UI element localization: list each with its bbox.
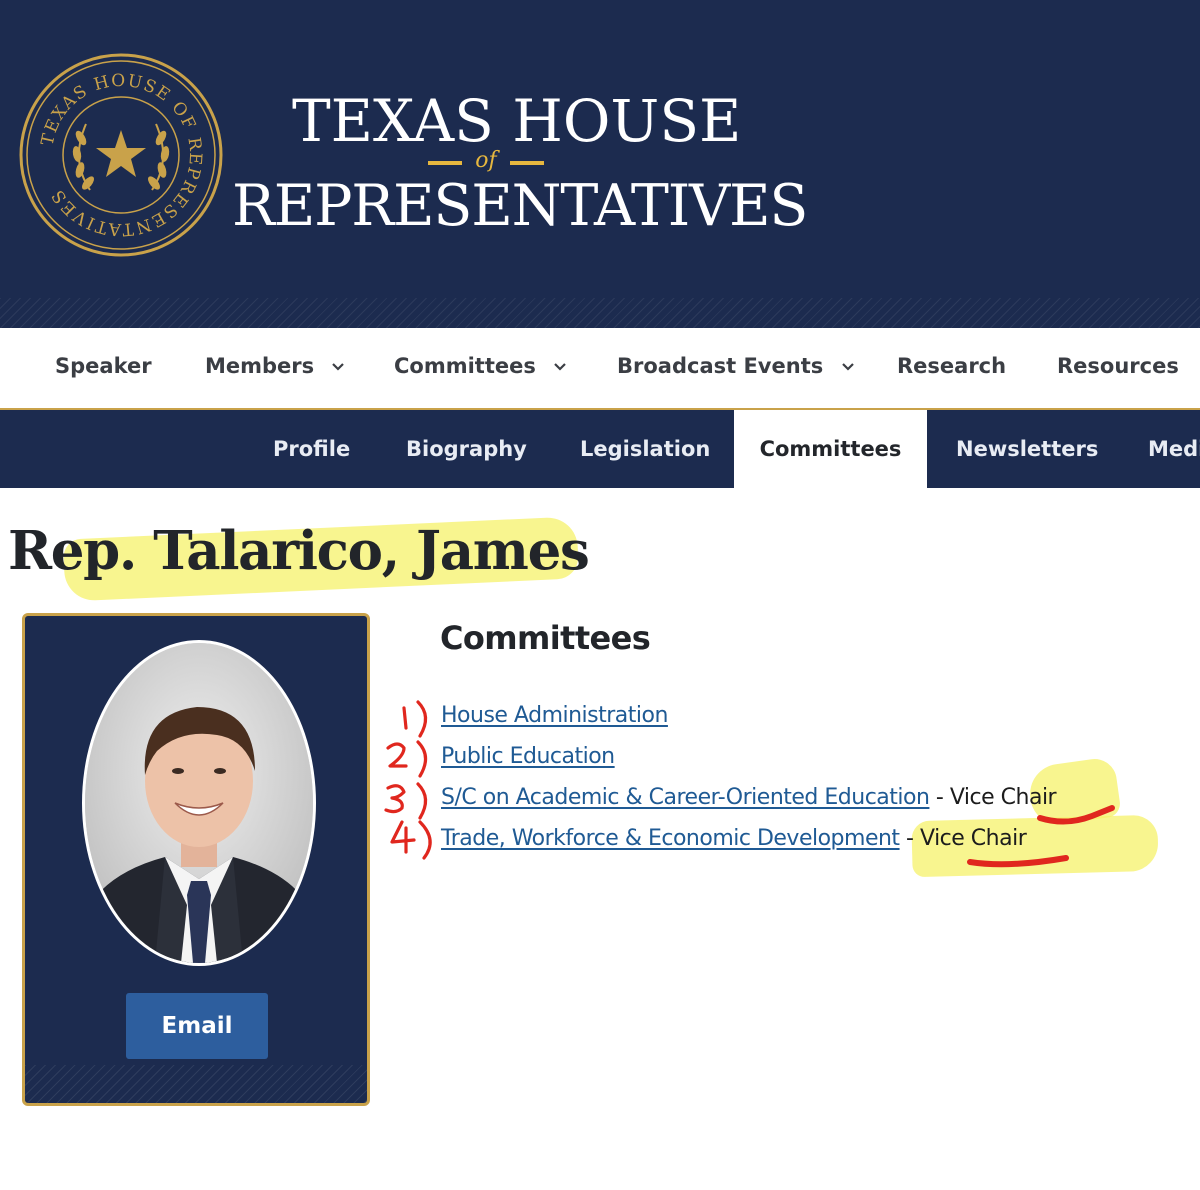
site-header: TEXAS HOUSE OF REPRESENTATIVES TEXAS HOU… <box>0 0 1200 328</box>
nav-research[interactable]: Research <box>897 354 1006 378</box>
committee-link-trade-workforce[interactable]: Trade, Workforce & Economic Development <box>441 826 900 851</box>
title-ornament-bar <box>510 161 544 165</box>
role-separator: - <box>929 785 950 810</box>
tab-legislation[interactable]: Legislation <box>580 410 710 488</box>
member-subnav: Profile Biography Legislation Committees… <box>0 410 1200 488</box>
committee-link-house-administration[interactable]: House Administration <box>441 703 668 728</box>
member-photo <box>82 640 316 966</box>
nav-broadcast-events-label: Broadcast Events <box>617 354 824 378</box>
card-pattern <box>25 1065 367 1103</box>
nav-speaker[interactable]: Speaker <box>55 354 152 378</box>
committee-role: Vice Chair <box>949 785 1057 810</box>
annotation-mark-1 <box>402 706 408 730</box>
chevron-down-icon <box>841 363 854 371</box>
nav-broadcast-events[interactable]: Broadcast Events <box>617 354 855 378</box>
primary-nav: Speaker Members Committees Broadcast Eve… <box>0 328 1200 410</box>
site-title-line1[interactable]: TEXAS HOUSE <box>292 88 741 154</box>
nav-resources[interactable]: Resources <box>1057 354 1179 378</box>
nav-members-label: Members <box>205 354 315 378</box>
annotation-mark-4 <box>418 820 432 860</box>
committee-role: Vice Chair <box>920 826 1027 851</box>
annotation-mark-2 <box>416 740 428 778</box>
committee-item: Trade, Workforce & Economic Development … <box>441 819 1027 859</box>
tab-media[interactable]: Medi <box>1148 410 1200 488</box>
committee-item: House Administration <box>441 696 668 736</box>
header-pattern <box>0 298 1200 328</box>
tab-biography[interactable]: Biography <box>406 410 527 488</box>
committee-link-academic-career-education[interactable]: S/C on Academic & Career-Oriented Educat… <box>441 785 930 810</box>
site-title-line2[interactable]: REPRESENTATIVES <box>232 173 808 239</box>
committees-heading: Committees <box>440 619 651 657</box>
nav-members[interactable]: Members <box>205 354 345 378</box>
annotation-mark-2 <box>386 742 408 768</box>
role-separator: - <box>899 826 920 851</box>
chevron-down-icon <box>554 363 566 371</box>
nav-committees[interactable]: Committees <box>394 354 567 378</box>
annotation-mark-4 <box>390 820 416 854</box>
member-name: Rep. Talarico, James <box>8 520 590 582</box>
tab-newsletters[interactable]: Newsletters <box>956 410 1098 488</box>
tab-committees[interactable]: Committees <box>734 410 927 488</box>
nav-committees-label: Committees <box>394 354 536 378</box>
email-button[interactable]: Email <box>126 993 268 1059</box>
committee-item: S/C on Academic & Career-Oriented Educat… <box>441 778 1057 818</box>
committee-item: Public Education <box>441 737 615 777</box>
state-seal-logo[interactable]: TEXAS HOUSE OF REPRESENTATIVES <box>18 52 224 258</box>
nav-speaker-label: Speaker <box>55 354 152 378</box>
chevron-down-icon <box>332 363 345 371</box>
nav-research-label: Research <box>897 354 1007 378</box>
profile-card: Email <box>22 613 370 1106</box>
committee-link-public-education[interactable]: Public Education <box>441 744 615 769</box>
annotation-mark-3 <box>384 784 406 814</box>
tab-profile[interactable]: Profile <box>273 410 350 488</box>
member-portrait-icon <box>85 643 313 963</box>
annotation-mark-1 <box>416 700 428 738</box>
nav-resources-label: Resources <box>1057 354 1179 378</box>
annotation-mark-3 <box>416 782 428 820</box>
